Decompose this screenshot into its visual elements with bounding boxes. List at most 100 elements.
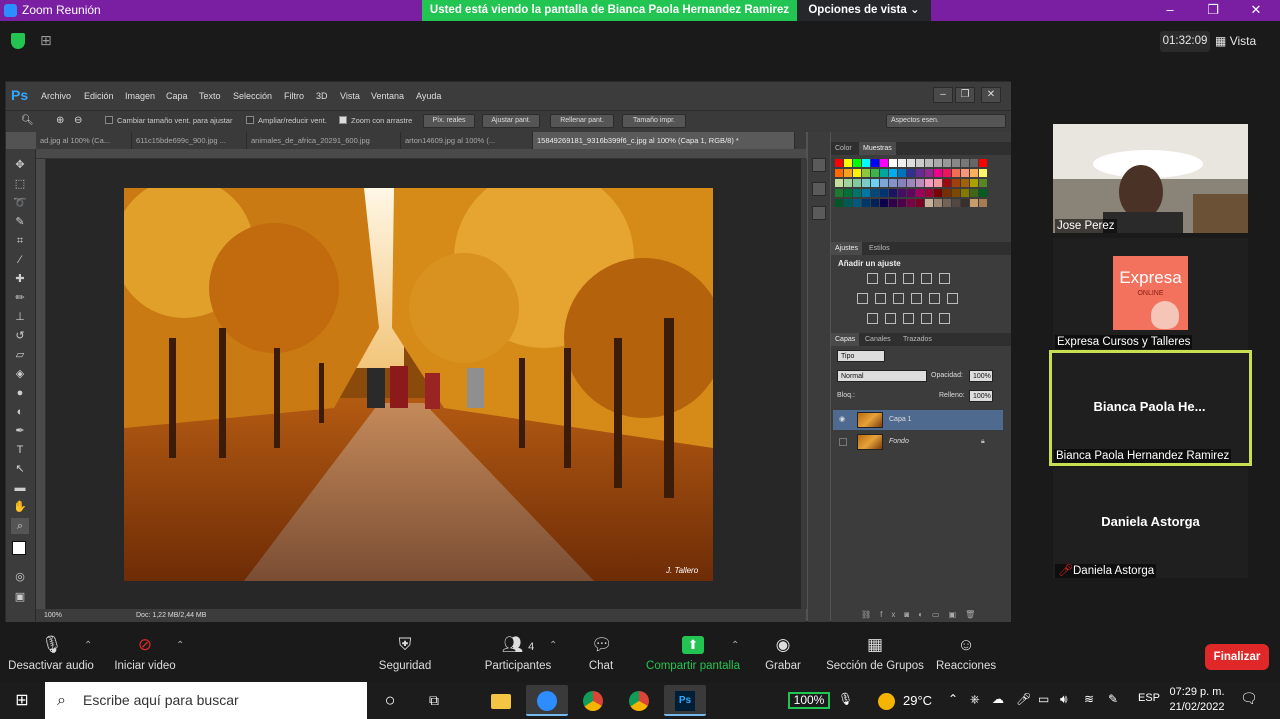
fill-screen-button[interactable]: Rellenar pant. bbox=[550, 114, 614, 128]
eraser-icon[interactable]: ▱ bbox=[11, 347, 29, 363]
color-swatch[interactable] bbox=[880, 189, 888, 197]
meet-now-icon[interactable]: ⎈ bbox=[970, 692, 980, 707]
color-swatch[interactable] bbox=[916, 189, 924, 197]
workspace-select[interactable]: Aspectos esen. bbox=[886, 114, 1006, 128]
color-swatch[interactable] bbox=[862, 179, 870, 187]
participants-caret-icon[interactable]: ⌃ bbox=[549, 640, 557, 651]
quick-select-icon[interactable]: ✎ bbox=[11, 214, 29, 230]
black-white-icon[interactable] bbox=[893, 293, 904, 304]
color-swatch[interactable] bbox=[943, 199, 951, 207]
exposure-icon[interactable] bbox=[921, 273, 932, 284]
color-swatch[interactable] bbox=[889, 169, 897, 177]
color-swatch[interactable] bbox=[844, 189, 852, 197]
minimize-icon[interactable]: – bbox=[1160, 2, 1180, 18]
color-swatch[interactable] bbox=[934, 199, 942, 207]
color-swatch[interactable] bbox=[844, 199, 852, 207]
visibility-eye-icon[interactable]: ◉ bbox=[839, 410, 845, 430]
selective-color-icon[interactable] bbox=[939, 313, 950, 324]
color-swatch[interactable] bbox=[979, 189, 987, 197]
quick-mask-icon[interactable]: ◎ bbox=[11, 569, 29, 585]
participant-video[interactable]: Jose Perez bbox=[1053, 124, 1248, 233]
chrome-icon[interactable] bbox=[572, 685, 614, 716]
notification-icon[interactable]: 🗨︎ bbox=[1240, 690, 1258, 707]
participant-tile[interactable]: Expresa ONLINE Expresa Cursos y Talleres bbox=[1053, 238, 1248, 349]
swatches-grid[interactable] bbox=[835, 159, 991, 219]
photoshop-taskbar-icon[interactable]: Ps bbox=[664, 685, 706, 716]
task-view-icon[interactable]: ⧉ bbox=[413, 685, 455, 716]
color-swatch[interactable] bbox=[961, 189, 969, 197]
color-swatch[interactable] bbox=[961, 179, 969, 187]
color-swatch[interactable] bbox=[835, 159, 843, 167]
zoom-out-icon[interactable]: ⊖ bbox=[74, 115, 82, 126]
menu-filtro[interactable]: Filtro bbox=[284, 91, 304, 101]
shape-tool-icon[interactable]: ▬ bbox=[11, 480, 29, 496]
color-swatch[interactable] bbox=[907, 199, 915, 207]
menu-imagen[interactable]: Imagen bbox=[125, 91, 155, 101]
color-swatch[interactable] bbox=[898, 179, 906, 187]
menu-3d[interactable]: 3D bbox=[316, 91, 328, 101]
color-swatch[interactable] bbox=[835, 169, 843, 177]
color-swatch[interactable] bbox=[979, 169, 987, 177]
brush-panel-icon[interactable] bbox=[812, 206, 826, 220]
color-swatch[interactable] bbox=[853, 199, 861, 207]
color-swatch[interactable] bbox=[844, 169, 852, 177]
crop-tool-icon[interactable]: ⌗ bbox=[11, 233, 29, 249]
type-tool-icon[interactable]: T bbox=[11, 442, 29, 458]
doc-tab[interactable]: animales_de_africa_20291_600.jpg bbox=[247, 132, 401, 149]
color-swatch[interactable] bbox=[889, 179, 897, 187]
marquee-tool-icon[interactable]: ⬚ bbox=[11, 176, 29, 192]
move-tool-icon[interactable]: ✥ bbox=[11, 157, 29, 173]
layer-row[interactable]: ◉ Capa 1 bbox=[833, 410, 1003, 430]
tab-layers[interactable]: Capas bbox=[831, 333, 860, 346]
taskbar-search-box[interactable]: ⌕ Escribe aquí para buscar bbox=[45, 682, 367, 719]
zoom-tool-icon[interactable]: 🔍︎ bbox=[21, 115, 34, 126]
color-swatch[interactable] bbox=[880, 159, 888, 167]
opacity-input[interactable]: 100% bbox=[969, 370, 993, 382]
color-swatch[interactable] bbox=[835, 199, 843, 207]
color-swatch[interactable] bbox=[934, 159, 942, 167]
color-swatch[interactable] bbox=[943, 189, 951, 197]
color-swatch[interactable] bbox=[970, 199, 978, 207]
color-swatch[interactable] bbox=[979, 159, 987, 167]
color-swatch[interactable] bbox=[835, 189, 843, 197]
hand-tool-icon[interactable]: ✋ bbox=[11, 499, 29, 515]
properties-panel-icon[interactable] bbox=[812, 182, 826, 196]
color-swatch[interactable] bbox=[871, 169, 879, 177]
windows-start-icon[interactable]: ⊞ bbox=[0, 682, 44, 719]
battery-percentage[interactable]: 100% bbox=[788, 692, 830, 709]
menu-vista[interactable]: Vista bbox=[340, 91, 360, 101]
zoom-in-icon[interactable]: ⊕ bbox=[56, 115, 64, 126]
color-swatch[interactable] bbox=[970, 169, 978, 177]
record-button[interactable]: ◉ Grabar bbox=[762, 636, 804, 673]
chrome-profile-icon[interactable] bbox=[618, 685, 660, 716]
wifi-icon[interactable]: ≋ bbox=[1084, 692, 1094, 706]
path-select-icon[interactable]: ↖ bbox=[11, 461, 29, 477]
color-lookup-icon[interactable] bbox=[947, 293, 958, 304]
dodge-tool-icon[interactable]: ◐ bbox=[11, 404, 29, 420]
reactions-button[interactable]: ☺ Reacciones bbox=[936, 636, 996, 673]
healing-brush-icon[interactable]: ✚ bbox=[11, 271, 29, 287]
mic-tray-icon[interactable]: 🎤︎ bbox=[1016, 692, 1031, 706]
resize-windows-checkbox[interactable] bbox=[105, 116, 113, 124]
color-swatch[interactable] bbox=[943, 179, 951, 187]
color-swatch[interactable] bbox=[862, 199, 870, 207]
video-options-caret-icon[interactable]: ⌃ bbox=[176, 640, 184, 651]
color-swatch[interactable] bbox=[916, 199, 924, 207]
scrubby-zoom-checkbox[interactable] bbox=[339, 116, 347, 124]
color-swatch[interactable] bbox=[934, 189, 942, 197]
brush-tool-icon[interactable]: ✏ bbox=[11, 290, 29, 306]
color-swatch[interactable] bbox=[844, 159, 852, 167]
participant-tile[interactable]: Daniela Astorga Daniela Astorga 🎤︎ bbox=[1053, 468, 1248, 578]
color-swatch[interactable] bbox=[862, 169, 870, 177]
clone-stamp-icon[interactable]: ⊥ bbox=[11, 309, 29, 325]
battery-icon[interactable]: ▭ bbox=[1038, 692, 1049, 706]
color-swatch[interactable] bbox=[979, 179, 987, 187]
menu-edicion[interactable]: Edición bbox=[84, 91, 114, 101]
color-swatch[interactable] bbox=[952, 179, 960, 187]
color-swatch[interactable] bbox=[934, 179, 942, 187]
color-swatch[interactable] bbox=[880, 169, 888, 177]
share-screen-button[interactable]: ⬆ Compartir pantalla bbox=[644, 636, 742, 672]
cortana-icon[interactable]: ○ bbox=[369, 685, 411, 716]
encryption-shield-icon[interactable] bbox=[11, 33, 25, 49]
color-swatch[interactable] bbox=[925, 179, 933, 187]
